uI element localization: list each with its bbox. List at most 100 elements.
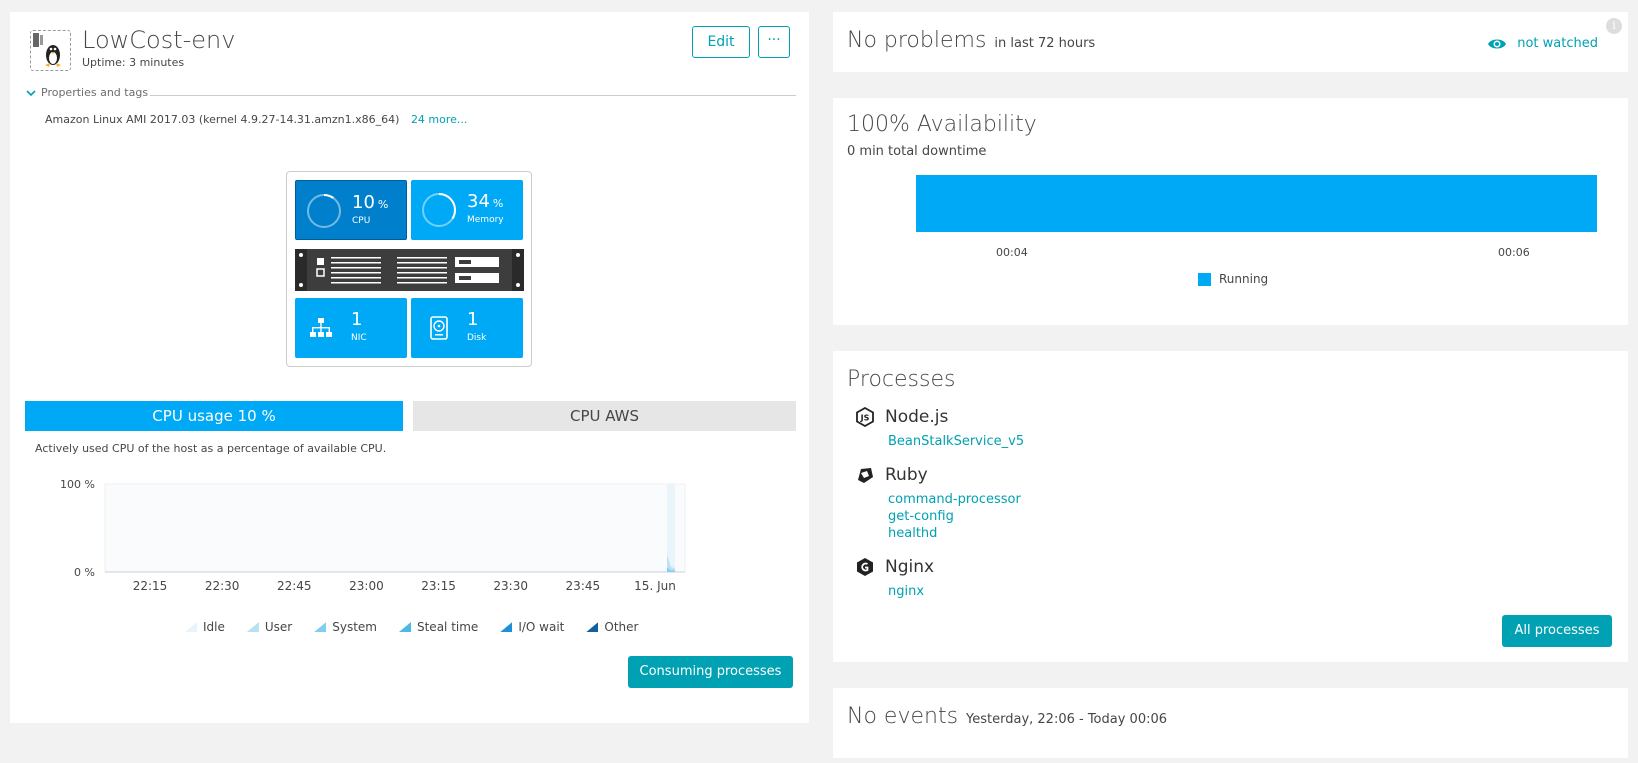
problems-title-row: No problems in last 72 hours bbox=[847, 28, 1095, 53]
legend-item[interactable]: System bbox=[314, 620, 377, 634]
legend-swatch bbox=[500, 622, 513, 632]
legend-item[interactable]: User bbox=[246, 620, 293, 634]
legend-item[interactable]: Other bbox=[586, 620, 638, 634]
process-link[interactable]: get-config bbox=[888, 508, 1021, 525]
problems-title: No problems bbox=[847, 28, 987, 53]
legend-label: User bbox=[264, 620, 293, 634]
memory-unit: % bbox=[492, 197, 504, 210]
processes-card: Processes JS Node.js BeanStalkService_v5… bbox=[833, 351, 1628, 662]
legend-label: I/O wait bbox=[518, 620, 565, 634]
process-group-name: Node.js bbox=[885, 407, 949, 427]
x-tick-label: 23:15 bbox=[421, 579, 456, 593]
problems-subtitle: in last 72 hours bbox=[994, 36, 1096, 51]
events-title: No events bbox=[847, 704, 959, 729]
running-label: Running bbox=[1219, 272, 1269, 286]
os-text: Amazon Linux AMI 2017.03 (kernel 4.9.27-… bbox=[45, 113, 400, 126]
x-tick-label: 22:30 bbox=[205, 579, 240, 593]
cpu-description: Actively used CPU of the host as a perce… bbox=[35, 442, 387, 455]
legend-label: Idle bbox=[203, 620, 225, 634]
all-processes-button[interactable]: All processes bbox=[1502, 615, 1612, 647]
host-infographic: 10% CPU 34% Memory 1 NIC 1 Disk bbox=[286, 171, 532, 367]
events-title-row: No events Yesterday, 22:06 - Today 00:06 bbox=[847, 704, 1167, 729]
legend-swatch bbox=[314, 622, 327, 632]
ruby-icon bbox=[858, 468, 873, 483]
process-link[interactable]: healthd bbox=[888, 525, 1021, 542]
process-group-name: Ruby bbox=[885, 465, 928, 485]
legend-label: Steal time bbox=[416, 620, 479, 634]
process-group-ruby: Ruby command-processor get-config health… bbox=[855, 465, 1021, 542]
x-tick-label: 23:00 bbox=[349, 579, 384, 593]
availability-bar[interactable] bbox=[916, 175, 1597, 232]
watch-toggle[interactable]: not watched bbox=[1487, 36, 1598, 51]
y-tick-label: 100 % bbox=[60, 480, 95, 491]
disk-tile[interactable]: 1 Disk bbox=[411, 298, 523, 358]
watch-label: not watched bbox=[1517, 36, 1598, 51]
nic-label: NIC bbox=[351, 333, 367, 343]
legend-label: Other bbox=[604, 620, 639, 634]
host-os-info: Amazon Linux AMI 2017.03 (kernel 4.9.27-… bbox=[45, 113, 467, 126]
nginx-icon bbox=[857, 558, 873, 576]
disk-label: Disk bbox=[467, 333, 487, 343]
x-tick-label: 15. Jun bbox=[634, 579, 676, 593]
host-title: LowCost-env bbox=[82, 26, 236, 54]
availability-tick-start: 00:04 bbox=[996, 246, 1028, 259]
legend-swatch bbox=[398, 622, 411, 632]
cpu-chart-legend: Idle User System Steal time I/O wait Other bbox=[185, 620, 638, 634]
cpu-tile[interactable]: 10% CPU bbox=[295, 180, 407, 240]
server-rack-icon bbox=[295, 249, 524, 291]
tab-cpu-usage[interactable]: CPU usage 10 % bbox=[25, 401, 403, 431]
legend-item[interactable]: I/O wait bbox=[500, 620, 564, 634]
memory-gauge-icon bbox=[422, 193, 456, 227]
availability-tick-end: 00:06 bbox=[1498, 246, 1530, 259]
processes-title: Processes bbox=[847, 367, 956, 392]
legend-item[interactable]: Steal time bbox=[398, 620, 479, 634]
chart-plot-area bbox=[104, 483, 686, 573]
x-tick-label: 23:45 bbox=[566, 579, 601, 593]
edit-button[interactable]: Edit bbox=[692, 26, 750, 58]
process-link[interactable]: BeanStalkService_v5 bbox=[888, 433, 1024, 450]
eye-icon bbox=[1488, 39, 1507, 48]
cpu-gauge-icon bbox=[307, 194, 341, 228]
legend-swatch bbox=[586, 622, 599, 632]
properties-toggle[interactable]: Properties and tags bbox=[26, 86, 148, 99]
nodejs-icon: JS bbox=[856, 407, 874, 427]
consuming-processes-button[interactable]: Consuming processes bbox=[628, 656, 793, 688]
downtime-text: 0 min total downtime bbox=[847, 144, 987, 159]
chevron-down-icon bbox=[26, 89, 36, 96]
linux-host-icon bbox=[30, 30, 71, 71]
properties-more-link[interactable]: 24 more... bbox=[411, 113, 467, 126]
legend-swatch bbox=[246, 622, 259, 632]
process-group-name: Nginx bbox=[885, 557, 935, 577]
nic-value: 1 bbox=[351, 309, 363, 330]
process-link[interactable]: command-processor bbox=[888, 491, 1021, 508]
memory-tile[interactable]: 34% Memory bbox=[411, 180, 523, 240]
cpu-label: CPU bbox=[352, 216, 371, 226]
network-icon bbox=[310, 318, 332, 337]
process-link[interactable]: nginx bbox=[888, 583, 934, 600]
availability-card: 100% Availability 0 min total downtime 0… bbox=[833, 98, 1628, 325]
cpu-value: 10 bbox=[352, 192, 375, 213]
info-icon[interactable]: i bbox=[1606, 18, 1622, 34]
legend-item[interactable]: Idle bbox=[185, 620, 225, 634]
memory-label: Memory bbox=[467, 215, 504, 225]
y-tick-label: 0 % bbox=[74, 566, 95, 579]
host-card: LowCost-env Uptime: 3 minutes Edit ··· P… bbox=[10, 12, 809, 723]
host-uptime: Uptime: 3 minutes bbox=[82, 56, 185, 69]
disk-icon bbox=[430, 316, 448, 340]
disk-value: 1 bbox=[467, 309, 479, 330]
process-group-nginx: Nginx nginx bbox=[855, 557, 934, 600]
memory-value: 34 bbox=[467, 191, 490, 212]
events-range: Yesterday, 22:06 - Today 00:06 bbox=[966, 712, 1168, 727]
problems-card: No problems in last 72 hours not watched … bbox=[833, 12, 1628, 72]
events-card: No events Yesterday, 22:06 - Today 00:06 bbox=[833, 688, 1628, 758]
cpu-unit: % bbox=[377, 198, 389, 211]
svg-text:JS: JS bbox=[860, 414, 870, 423]
legend-label: System bbox=[332, 620, 377, 634]
tab-cpu-aws[interactable]: CPU AWS bbox=[413, 401, 796, 431]
nic-tile[interactable]: 1 NIC bbox=[295, 298, 407, 358]
availability-title: 100% Availability bbox=[847, 112, 1037, 137]
more-options-button[interactable]: ··· bbox=[758, 26, 790, 58]
x-tick-label: 23:30 bbox=[493, 579, 528, 593]
x-tick-label: 22:45 bbox=[277, 579, 312, 593]
process-group-nodejs: JS Node.js BeanStalkService_v5 bbox=[855, 407, 1024, 450]
